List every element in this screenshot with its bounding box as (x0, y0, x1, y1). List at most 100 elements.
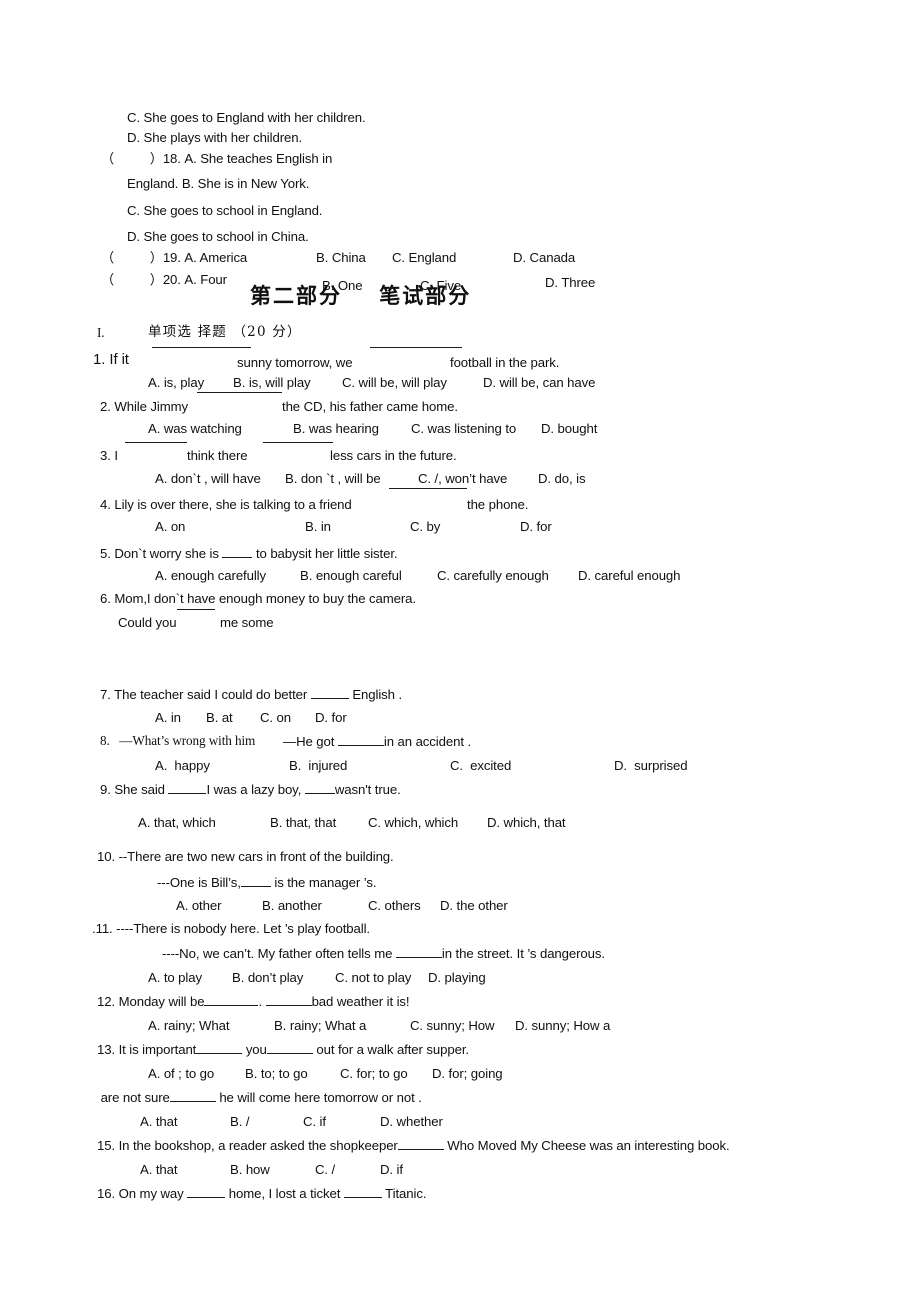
q9-stem-pre: 9. She said (100, 782, 169, 797)
q1-option-c: C. will be, will play (342, 375, 447, 390)
q13-option-c: C. for; to go (340, 1066, 408, 1081)
q16-blank-1 (187, 1197, 226, 1198)
q14-blank (169, 1101, 216, 1102)
q11-option-d: D. playing (428, 970, 486, 985)
q3-option-a: A. don`t , will have (155, 471, 261, 486)
q2-option-d: D. bought (541, 421, 598, 436)
q2-stem-end: the CD, his father came home. (282, 399, 458, 414)
q5-option-a: A. enough carefully (155, 568, 266, 583)
q8-option-d: D. surprised (614, 758, 688, 773)
q12-stem-pre: 12. Monday will be (97, 994, 205, 1009)
listening-q18-option-d: D. She goes to school in China. (127, 229, 309, 244)
q8-stem-serif: 8. —What’s wrong with him (100, 733, 256, 748)
q6-stem-line2-pre: Could you (118, 615, 177, 630)
q13-option-a: A. of ; to go (148, 1066, 215, 1081)
listening-q20-stem: （ ）20. A. Four (101, 272, 227, 287)
q14-stem: are not sure he will come here tomorrow … (97, 1090, 422, 1106)
q7-option-d: D. for (315, 710, 347, 725)
section-label: 单项选 择题 （20 分） (148, 324, 302, 340)
q2-option-c: C. was listening to (411, 421, 517, 436)
q2-option-a: A. was watching (148, 421, 242, 436)
q16-blank-2 (343, 1197, 382, 1198)
q3-option-d: D. do, is (538, 471, 586, 486)
q13-stem: 13. It is important you out for a walk a… (97, 1042, 469, 1058)
q8-blank (337, 745, 384, 746)
q9-stem-post: wasn't true. (334, 782, 401, 797)
q13-option-d: D. for; going (432, 1066, 503, 1081)
q9-blank-2 (304, 793, 335, 794)
listening-q18-continuation: England. B. She is in New York. (127, 176, 310, 191)
q7-stem-pre: 7. The teacher said I could do better (100, 687, 311, 702)
q15-stem-pre: 15. In the bookshop, a reader asked the … (97, 1138, 398, 1153)
q2-stem-start: 2. While Jimmy (100, 399, 188, 414)
q9-option-a: A. that, which (138, 815, 216, 830)
q1-blank-rule-2 (370, 347, 462, 348)
q4-option-d: D. for (520, 519, 552, 534)
q1-option-a: A. is, play (148, 375, 205, 390)
q1-number: 1. If it (93, 351, 129, 368)
q11-stem-line2: ----No, we can’t. My father often tells … (162, 946, 605, 962)
q6-stem-line2-post: me some (220, 615, 274, 630)
q9-stem-mid: I was a lazy boy, (206, 782, 305, 797)
q14-option-d: D. whether (380, 1114, 443, 1129)
q9-stem: 9. She said I was a lazy boy, wasn't tru… (100, 782, 401, 798)
q7-option-b: B. at (206, 710, 233, 725)
part-two-heading: 第二部分 笔试部分 (250, 283, 472, 308)
q2-option-b: B. was hearing (293, 421, 379, 436)
q4-option-a: A. on (155, 519, 186, 534)
q16-stem-post: Titanic. (381, 1186, 427, 1201)
q11-option-a: A. to play (148, 970, 202, 985)
q5-blank (222, 557, 253, 558)
q12-option-c: C. sunny; How (410, 1018, 495, 1033)
q4-stem-end: the phone. (467, 497, 529, 512)
q13-stem-mid: you (242, 1042, 267, 1057)
listening-q19-option-b: B. China (316, 250, 366, 265)
q11-stem-line2-post: in the street. It ’s dangerous. (441, 946, 605, 961)
q15-option-b: B. how (230, 1162, 270, 1177)
q14-option-c: C. if (303, 1114, 326, 1129)
q10-blank (240, 886, 271, 887)
q12-blank-1 (204, 1005, 259, 1006)
q5-stem: 5. Don`t worry she is to babysit her lit… (100, 546, 398, 562)
q15-stem: 15. In the bookshop, a reader asked the … (97, 1138, 730, 1154)
q12-option-b: B. rainy; What a (274, 1018, 367, 1033)
q8-option-b: B. injured (289, 758, 348, 773)
q11-stem-line1: .11. ----There is nobody here. Let ’s pl… (92, 921, 370, 936)
q14-stem-pre: are not sure (97, 1090, 170, 1105)
q9-option-d: D. which, that (487, 815, 566, 830)
q11-stem-line2-pre: ----No, we can’t. My father often tells … (162, 946, 396, 961)
listening-q19-option-c: C. England (392, 250, 457, 265)
q4-option-c: C. by (410, 519, 441, 534)
q4-blank-rule-1 (389, 488, 467, 489)
q9-blank-1 (168, 793, 207, 794)
q8-stem-sans-post: in an accident . (383, 734, 472, 749)
q11-option-c: C. not to play (335, 970, 412, 985)
q9-option-c: C. which, which (368, 815, 459, 830)
q14-stem-post: he will come here tomorrow or not . (215, 1090, 422, 1105)
q2-blank-rule-1 (197, 392, 282, 393)
q3-stem-end: less cars in the future. (330, 448, 457, 463)
q10-option-a: A. other (176, 898, 222, 913)
q15-stem-post: Who Moved My Cheese was an interesting b… (443, 1138, 730, 1153)
q13-option-b: B. to; to go (245, 1066, 308, 1081)
listening-q19-option-d: D. Canada (513, 250, 576, 265)
q3-stem-start: 3. I (100, 448, 118, 463)
q16-stem: 16. On my way home, I lost a ticket Tita… (97, 1186, 427, 1202)
q10-stem-line2-post: is the manager ’s. (270, 875, 377, 890)
q10-option-b: B. another (262, 898, 322, 913)
q10-stem-line2-pre: ---One is Bill’s, (157, 875, 241, 890)
document-page: C. She goes to England with her children… (0, 0, 920, 1302)
q12-blank-2 (265, 1005, 312, 1006)
q7-option-a: A. in (155, 710, 181, 725)
q15-option-c: C. / (315, 1162, 336, 1177)
q12-stem-post: bad weather it is! (311, 994, 410, 1009)
q15-blank (397, 1149, 444, 1150)
q13-stem-pre: 13. It is important (97, 1042, 197, 1057)
q4-stem-start: 4. Lily is over there, she is talking to… (100, 497, 352, 512)
q8-option-c: C. excited (450, 758, 512, 773)
q3-blank-rule-1 (125, 442, 187, 443)
q15-option-a: A. that (140, 1162, 178, 1177)
q9-option-b: B. that, that (270, 815, 337, 830)
q3-stem-mid: think there (187, 448, 248, 463)
section-numeral: I. (97, 325, 105, 340)
